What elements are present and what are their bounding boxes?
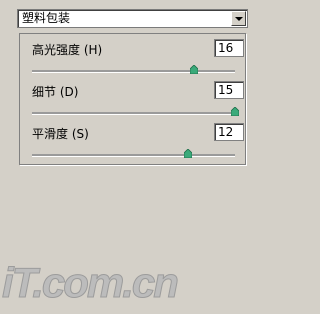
slider-thumb[interactable] bbox=[184, 149, 193, 158]
highlight-strength-slider[interactable] bbox=[32, 65, 235, 74]
settings-panel: 高光强度 (H) 16 细节 (D) 15 平滑度 (S) 12 bbox=[19, 33, 246, 165]
preset-dropdown[interactable]: 塑料包装 bbox=[17, 9, 248, 28]
detail-slider[interactable] bbox=[32, 107, 239, 116]
smoothness-label: 平滑度 (S) bbox=[32, 127, 89, 141]
detail-input[interactable]: 15 bbox=[214, 81, 244, 99]
slider-thumb[interactable] bbox=[231, 107, 239, 116]
highlight-strength-input[interactable]: 16 bbox=[214, 39, 244, 57]
slider-thumb[interactable] bbox=[190, 65, 199, 74]
highlight-strength-label: 高光强度 (H) bbox=[32, 43, 103, 57]
watermark-logo: iT.com.cn bbox=[2, 259, 180, 307]
slider-row-detail: 细节 (D) 15 bbox=[32, 81, 244, 124]
svg-text:iT.com.cn: iT.com.cn bbox=[2, 259, 177, 306]
slider-row-smoothness: 平滑度 (S) 12 bbox=[32, 123, 244, 166]
chevron-down-icon bbox=[235, 17, 243, 21]
detail-label: 细节 (D) bbox=[32, 85, 79, 99]
smoothness-input[interactable]: 12 bbox=[214, 123, 244, 141]
slider-row-highlight: 高光强度 (H) 16 bbox=[32, 39, 244, 82]
dropdown-arrow-button[interactable] bbox=[231, 11, 246, 26]
preset-selected-value: 塑料包装 bbox=[22, 11, 71, 25]
smoothness-slider[interactable] bbox=[32, 149, 235, 158]
